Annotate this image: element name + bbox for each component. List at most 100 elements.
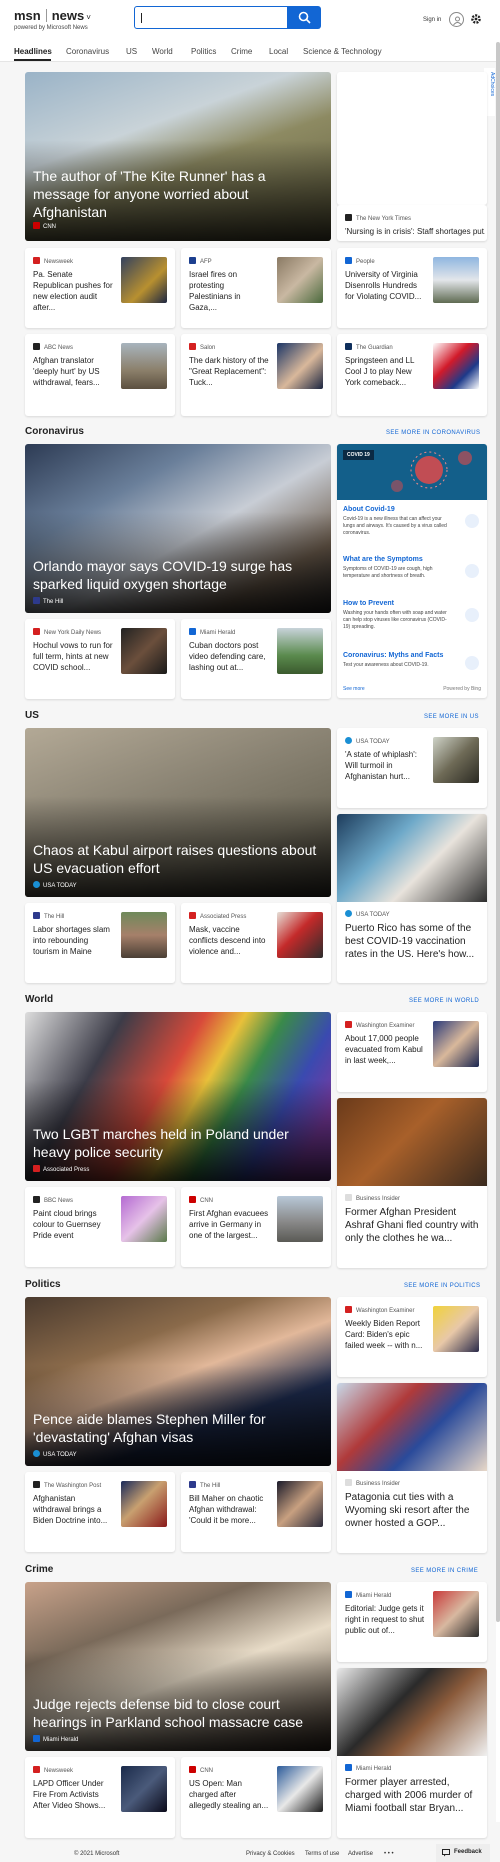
see-more-link[interactable]: See more xyxy=(343,686,365,692)
card-headline[interactable]: Hochul vows to run for full term, hints … xyxy=(33,640,113,673)
card-headline[interactable]: Israel fires on protesting Palestinians … xyxy=(189,269,269,313)
coronavirus-hero-story[interactable]: Orlando mayor says COVID-19 surge has sp… xyxy=(25,444,331,613)
news-card-tall[interactable]: Business Insider Patagonia cut ties with… xyxy=(337,1383,487,1553)
tab-headlines[interactable]: Headlines xyxy=(14,47,52,56)
hero-headline[interactable]: Pence aide blames Stephen Miller for 'de… xyxy=(33,1410,319,1446)
news-card[interactable]: Newsweek Pa. Senate Republican pushes fo… xyxy=(25,248,175,328)
card-headline[interactable]: Patagonia cut ties with a Wyoming ski re… xyxy=(345,1491,481,1530)
card-headline[interactable]: Weekly Biden Report Card: Biden's epic f… xyxy=(345,1318,425,1351)
news-card[interactable]: AFP Israel fires on protesting Palestini… xyxy=(181,248,331,328)
card-headline[interactable]: Labor shortages slam into rebounding tou… xyxy=(33,924,113,957)
card-headline[interactable]: US Open: Man charged after allegedly ste… xyxy=(189,1778,269,1811)
news-card[interactable]: ABC News Afghan translator 'deeply hurt'… xyxy=(25,334,175,416)
chevron-down-icon[interactable]: ˅ xyxy=(86,13,91,22)
feedback-button[interactable]: Feedback xyxy=(436,1844,490,1862)
see-more-crime-link[interactable]: SEE MORE IN CRIME xyxy=(411,1568,478,1574)
scrollbar[interactable] xyxy=(496,42,500,1822)
news-card[interactable]: Washington Examiner Weekly Biden Report … xyxy=(337,1297,487,1377)
news-card[interactable]: The New York Times 'Nursing is in crisis… xyxy=(337,205,487,241)
covid-about-item[interactable]: About Covid-19 Covid-19 is a new illness … xyxy=(343,506,483,537)
advertise-link[interactable]: Advertise xyxy=(348,1851,373,1857)
news-card[interactable]: People University of Virginia Disenrolls… xyxy=(337,248,487,328)
news-card[interactable]: The Guardian Springsteen and LL Cool J t… xyxy=(337,334,487,416)
politics-hero-story[interactable]: Pence aide blames Stephen Miller for 'de… xyxy=(25,1297,331,1466)
card-headline[interactable]: First Afghan evacuees arrive in Germany … xyxy=(189,1208,269,1241)
news-card[interactable]: Newsweek LAPD Officer Under Fire From Ac… xyxy=(25,1757,175,1838)
news-card[interactable]: CNN First Afghan evacuees arrive in Germ… xyxy=(181,1187,331,1267)
search-input[interactable] xyxy=(134,6,288,29)
hero-headline[interactable]: Two LGBT marches held in Poland under he… xyxy=(33,1125,319,1161)
section-heading-crime[interactable]: Crime xyxy=(25,1564,53,1575)
advertisement-slot[interactable] xyxy=(337,72,487,205)
covid-item-title[interactable]: What are the Symptoms xyxy=(343,556,483,563)
news-card[interactable]: Associated Press Mask, vaccine conflicts… xyxy=(181,903,331,983)
card-headline[interactable]: Bill Maher on chaotic Afghan withdrawal:… xyxy=(189,1493,269,1526)
covid-item-title[interactable]: About Covid-19 xyxy=(343,506,483,513)
card-headline[interactable]: Former Afghan President Ashraf Ghani fle… xyxy=(345,1206,481,1245)
news-card[interactable]: USA TODAY 'A state of whiplash': Will tu… xyxy=(337,728,487,808)
see-more-world-link[interactable]: SEE MORE IN WORLD xyxy=(409,998,479,1004)
see-more-us-link[interactable]: SEE MORE IN US xyxy=(424,714,479,720)
hero-headline[interactable]: Orlando mayor says COVID-19 surge has sp… xyxy=(33,557,319,593)
tab-us[interactable]: US xyxy=(126,47,137,56)
privacy-link[interactable]: Privacy & Cookies xyxy=(246,1851,295,1857)
news-card-tall[interactable]: Business Insider Former Afghan President… xyxy=(337,1098,487,1268)
card-headline[interactable]: Mask, vaccine conflicts descend into vio… xyxy=(189,924,269,957)
news-card[interactable]: The Washington Post Afghanistan withdraw… xyxy=(25,1472,175,1552)
news-card[interactable]: New York Daily News Hochul vows to run f… xyxy=(25,619,175,699)
hero-headline[interactable]: Chaos at Kabul airport raises questions … xyxy=(33,841,319,877)
card-headline[interactable]: Cuban doctors post video defending care,… xyxy=(189,640,269,673)
section-heading-world[interactable]: World xyxy=(25,994,53,1005)
news-card[interactable]: Salon The dark history of the "Great Rep… xyxy=(181,334,331,416)
card-headline[interactable]: Afghanistan withdrawal brings a Biden Do… xyxy=(33,1493,113,1526)
card-headline[interactable]: LAPD Officer Under Fire From Activists A… xyxy=(33,1778,113,1811)
tab-world[interactable]: World xyxy=(152,47,173,56)
news-card-tall[interactable]: USA TODAY Puerto Rico has some of the be… xyxy=(337,814,487,983)
section-heading-politics[interactable]: Politics xyxy=(25,1279,61,1290)
tab-local[interactable]: Local xyxy=(269,47,288,56)
see-more-politics-link[interactable]: SEE MORE IN POLITICS xyxy=(404,1283,480,1289)
avatar[interactable] xyxy=(449,12,464,27)
card-headline[interactable]: Springsteen and LL Cool J to play New Yo… xyxy=(345,355,425,388)
hero-headline[interactable]: Judge rejects defense bid to close court… xyxy=(33,1695,319,1731)
covid-myths-item[interactable]: Coronavirus: Myths and Facts Test your aw… xyxy=(343,652,483,670)
card-headline[interactable]: Former player arrested, charged with 200… xyxy=(345,1776,481,1815)
card-headline[interactable]: Puerto Rico has some of the best COVID-1… xyxy=(345,922,481,961)
scrollbar-thumb[interactable] xyxy=(496,42,500,1622)
tab-crime[interactable]: Crime xyxy=(231,47,252,56)
gear-icon[interactable] xyxy=(470,13,482,25)
news-card-tall[interactable]: Miami Herald Former player arrested, cha… xyxy=(337,1668,487,1838)
card-headline[interactable]: 'Nursing is in crisis': Staff shortages … xyxy=(345,226,485,237)
covid-item-title[interactable]: Coronavirus: Myths and Facts xyxy=(343,652,483,659)
msn-logo[interactable]: msn news ˅ xyxy=(14,8,91,23)
card-headline[interactable]: Editorial: Judge gets it right in reques… xyxy=(345,1603,425,1636)
more-options-icon[interactable]: • • • xyxy=(384,1851,394,1857)
top-hero-story[interactable]: The author of 'The Kite Runner' has a me… xyxy=(25,72,331,241)
tab-science-technology[interactable]: Science & Technology xyxy=(303,47,382,56)
news-card[interactable]: Washington Examiner About 17,000 people … xyxy=(337,1012,487,1092)
terms-link[interactable]: Terms of use xyxy=(305,1851,339,1857)
card-headline[interactable]: 'A state of whiplash': Will turmoil in A… xyxy=(345,749,425,782)
card-headline[interactable]: The dark history of the "Great Replaceme… xyxy=(189,355,269,388)
card-headline[interactable]: About 17,000 people evacuated from Kabul… xyxy=(345,1033,425,1066)
us-hero-story[interactable]: Chaos at Kabul airport raises questions … xyxy=(25,728,331,897)
covid-symptoms-item[interactable]: What are the Symptoms Symptoms of COVID-1… xyxy=(343,556,483,580)
sign-in-link[interactable]: Sign in xyxy=(423,17,441,23)
news-card[interactable]: BBC News Paint cloud brings colour to Gu… xyxy=(25,1187,175,1267)
card-headline[interactable]: Paint cloud brings colour to Guernsey Pr… xyxy=(33,1208,113,1241)
news-card[interactable]: Miami Herald Editorial: Judge gets it ri… xyxy=(337,1582,487,1662)
world-hero-story[interactable]: Two LGBT marches held in Poland under he… xyxy=(25,1012,331,1181)
card-headline[interactable]: University of Virginia Disenrolls Hundre… xyxy=(345,269,425,302)
card-headline[interactable]: Pa. Senate Republican pushes for new ele… xyxy=(33,269,113,313)
tab-politics[interactable]: Politics xyxy=(191,47,216,56)
news-card[interactable]: Miami Herald Cuban doctors post video de… xyxy=(181,619,331,699)
news-card[interactable]: The Hill Labor shortages slam into rebou… xyxy=(25,903,175,983)
section-heading-us[interactable]: US xyxy=(25,710,39,721)
see-more-coronavirus-link[interactable]: SEE MORE IN CORONAVIRUS xyxy=(386,430,480,436)
news-card[interactable]: CNN US Open: Man charged after allegedly… xyxy=(181,1757,331,1838)
carousel-dots[interactable] xyxy=(143,233,209,241)
hero-headline[interactable]: The author of 'The Kite Runner' has a me… xyxy=(33,167,319,221)
news-card[interactable]: The Hill Bill Maher on chaotic Afghan wi… xyxy=(181,1472,331,1552)
crime-hero-story[interactable]: Judge rejects defense bid to close court… xyxy=(25,1582,331,1751)
covid-item-title[interactable]: How to Prevent xyxy=(343,600,483,607)
